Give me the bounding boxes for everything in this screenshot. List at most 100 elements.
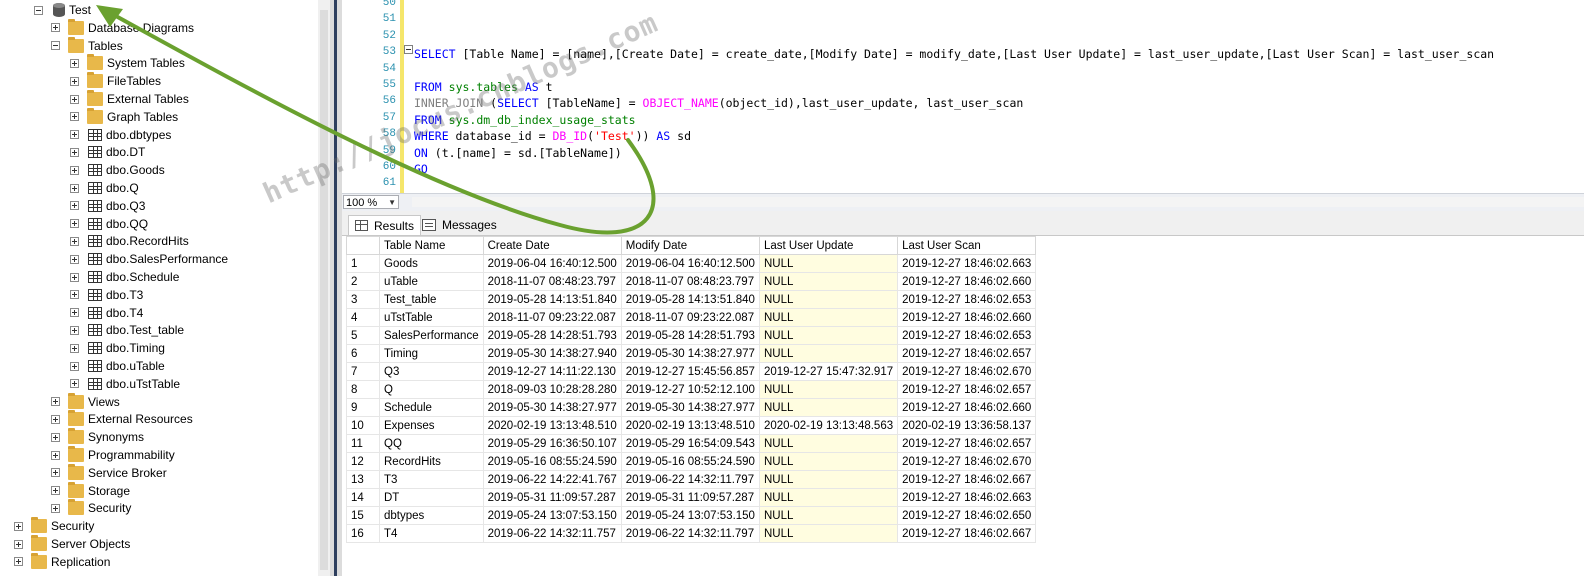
expand-icon[interactable] [51,503,60,513]
grid-cell[interactable]: 2019-12-27 18:46:02.663 [897,254,1037,273]
row-number-cell[interactable]: 4 [346,308,380,327]
grid-cell[interactable]: 2019-06-22 14:32:11.797 [620,470,760,489]
grid-cell[interactable]: 2019-12-27 18:46:02.667 [897,470,1037,489]
row-number-cell[interactable]: 1 [346,254,380,273]
expand-icon[interactable] [51,486,60,496]
expand-icon[interactable] [70,236,79,246]
grid-cell[interactable]: NULL [758,290,899,309]
grid-cell[interactable]: 2019-12-27 18:46:02.650 [897,506,1037,525]
grid-cell[interactable]: 2019-12-27 18:46:02.670 [897,362,1037,381]
tree-item-dbo-recordhits[interactable]: dbo.RecordHits [70,232,189,250]
grid-cell[interactable]: NULL [758,470,899,489]
expand-icon[interactable] [70,308,79,318]
column-header[interactable]: Modify Date [620,236,760,255]
table-row[interactable]: 7 Q3 2019-12-27 14:11:22.130 2019-12-27 15:… [346,362,1037,381]
grid-cell[interactable]: 2019-12-27 18:46:02.660 [897,308,1037,327]
grid-corner-header[interactable] [346,236,380,255]
table-row[interactable]: 2 uTable 2018-11-07 08:48:23.797 2018-11-07… [346,272,1037,291]
expand-icon[interactable] [70,201,79,211]
expand-icon[interactable] [51,468,60,478]
column-header[interactable]: Last User Scan [897,236,1037,255]
tree-item-dbo-t4[interactable]: dbo.T4 [70,304,143,322]
grid-cell[interactable]: 2019-12-27 18:46:02.667 [897,524,1037,543]
table-row[interactable]: 15 dbtypes 2019-05-24 13:07:53.150 2019-05-… [346,506,1037,525]
grid-cell[interactable]: 2020-02-19 13:36:58.137 [897,416,1037,435]
grid-cell[interactable]: QQ [379,434,484,453]
expand-icon[interactable] [70,94,79,104]
grid-cell[interactable]: 2019-05-29 16:36:50.107 [482,434,622,453]
tree-item-dbo-q[interactable]: dbo.Q [70,179,139,197]
grid-cell[interactable]: 2019-06-22 14:32:11.797 [620,524,760,543]
grid-cell[interactable]: NULL [758,524,899,543]
grid-cell[interactable]: 2019-12-27 18:46:02.657 [897,344,1037,363]
code-line[interactable]: ON (t.[name] = sd.[TableName]) [414,146,622,160]
collapse-icon[interactable] [34,5,43,15]
table-row[interactable]: 5 SalesPerformance 2019-05-28 14:28:51.793… [346,326,1037,345]
grid-cell[interactable]: RecordHits [379,452,484,471]
table-row[interactable]: 6 Timing 2019-05-30 14:38:27.940 2019-05-30… [346,344,1037,363]
grid-cell[interactable]: 2019-12-27 15:47:32.917 [758,362,899,381]
column-header[interactable]: Table Name [379,236,484,255]
expand-icon[interactable] [70,58,79,68]
table-row[interactable]: 10 Expenses 2020-02-19 13:13:48.510 2020-02… [346,416,1037,435]
row-number-cell[interactable]: 15 [346,506,380,525]
table-row[interactable]: 13 T3 2019-06-22 14:22:41.767 2019-06-22 14… [346,470,1037,489]
grid-cell[interactable]: 2019-05-28 14:13:51.840 [620,290,760,309]
grid-cell[interactable]: 2019-12-27 18:46:02.653 [897,326,1037,345]
grid-cell[interactable]: 2019-12-27 10:52:12.100 [620,380,760,399]
grid-cell[interactable]: 2019-05-29 16:54:09.543 [620,434,760,453]
zoom-dropdown[interactable]: 100 % ▼ [343,195,399,209]
expand-icon[interactable] [70,112,79,122]
grid-cell[interactable]: 2019-12-27 18:46:02.670 [897,452,1037,471]
tree-item-system-tables[interactable]: System Tables [70,54,185,72]
code-line[interactable]: FROM sys.tables AS t [414,80,553,94]
grid-cell[interactable]: uTstTable [379,308,484,327]
tab-results[interactable]: Results [348,215,422,235]
tree-item-dbo-t3[interactable]: dbo.T3 [70,286,143,304]
table-row[interactable]: 3 Test_table 2019-05-28 14:13:51.840 2019-0… [346,290,1037,309]
grid-cell[interactable]: T4 [379,524,484,543]
tree-item-views[interactable]: Views [51,392,120,411]
tab-messages[interactable]: Messages [416,215,503,235]
grid-cell[interactable]: Expenses [379,416,484,435]
grid-cell[interactable]: 2019-05-30 14:38:27.940 [482,344,622,363]
code-line[interactable]: INNER JOIN (SELECT [TableName] = OBJECT_… [414,96,1023,110]
table-row[interactable]: 12 RecordHits 2019-05-16 08:55:24.590 2019-… [346,452,1037,471]
grid-cell[interactable]: Q [379,380,484,399]
expand-icon[interactable] [70,165,79,175]
grid-cell[interactable]: NULL [758,308,899,327]
tree-item-dbo-timing[interactable]: dbo.Timing [70,339,165,357]
row-number-cell[interactable]: 7 [346,362,380,381]
grid-cell[interactable]: NULL [758,326,899,345]
tree-item-graph-tables[interactable]: Graph Tables [70,107,178,126]
explorer-scrollbar-thumb[interactable] [320,10,328,570]
table-row[interactable]: 1 Goods 2019-06-04 16:40:12.500 2019-06-04 … [346,254,1037,273]
expand-icon[interactable] [70,183,79,193]
grid-cell[interactable]: 2019-12-27 18:46:02.663 [897,488,1037,507]
expand-icon[interactable] [70,254,79,264]
grid-cell[interactable]: 2019-05-28 14:28:51.793 [482,326,622,345]
tree-item-tables[interactable]: Tables [51,36,123,55]
expand-icon[interactable] [70,272,79,282]
grid-cell[interactable]: 2019-05-28 14:13:51.840 [482,290,622,309]
grid-cell[interactable]: 2019-05-24 13:07:53.150 [620,506,760,525]
row-number-cell[interactable]: 8 [346,380,380,399]
table-row[interactable]: 4 uTstTable 2018-11-07 09:23:22.087 2018-11… [346,308,1037,327]
grid-cell[interactable]: Q3 [379,362,484,381]
grid-cell[interactable]: SalesPerformance [379,326,484,345]
grid-cell[interactable]: 2019-05-16 08:55:24.590 [620,452,760,471]
grid-cell[interactable]: 2019-05-30 14:38:27.977 [482,398,622,417]
tree-item-dbo-qq[interactable]: dbo.QQ [70,215,148,233]
grid-cell[interactable]: 2018-11-07 08:48:23.797 [482,272,622,291]
expand-icon[interactable] [51,432,60,442]
code-line[interactable]: SELECT [Table Name] = [name],[Create Dat… [414,47,1494,61]
tree-item-external-resources[interactable]: External Resources [51,410,193,428]
tree-item-storage[interactable]: Storage [51,481,130,500]
grid-cell[interactable]: 2019-06-04 16:40:12.500 [620,254,760,273]
tree-item-security[interactable]: Security [51,499,131,517]
grid-cell[interactable]: NULL [758,380,899,399]
grid-cell[interactable]: NULL [758,434,899,453]
grid-cell[interactable]: 2019-12-27 18:46:02.657 [897,434,1037,453]
table-row[interactable]: 8 Q 2018-09-03 10:28:28.280 2019-12-27 10:5… [346,380,1037,399]
grid-cell[interactable]: 2018-11-07 08:48:23.797 [620,272,760,291]
